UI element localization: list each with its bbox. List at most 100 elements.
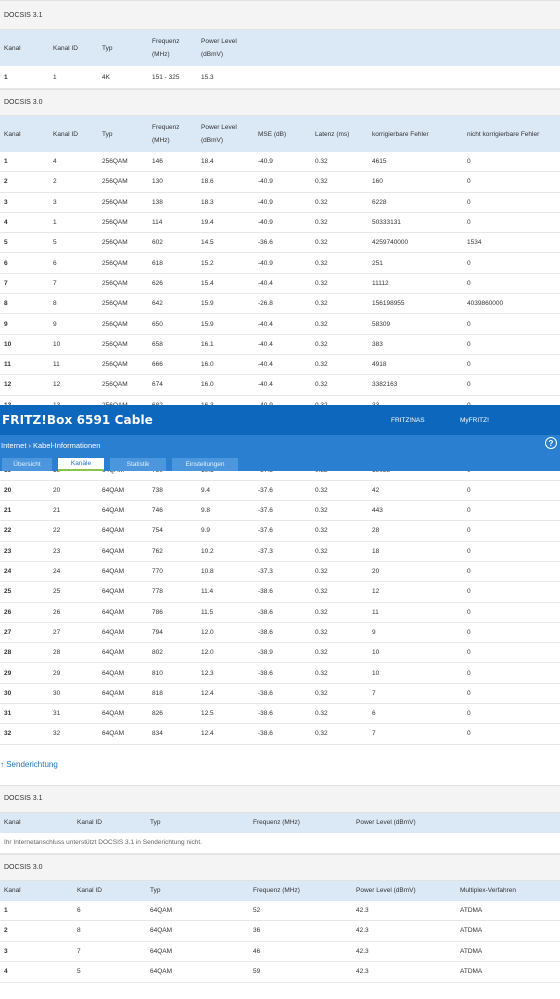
col-multiplex: Multiplex-Verfahren — [460, 887, 516, 895]
table-cell: 24 — [53, 568, 61, 576]
table-row: 2 8 64QAM 36 42.3 ATDMA — [0, 921, 560, 942]
table-cell: 810 — [152, 669, 163, 677]
col-frequenz: Frequenz (MHz) — [148, 30, 197, 66]
tab-uebersicht[interactable]: Übersicht — [2, 458, 52, 471]
col-kanal-id: Kanal ID — [53, 130, 78, 138]
table-cell: 10 — [372, 649, 380, 657]
table-row: 23 23 64QAM 762 10.2 -37.3 0.32 18 0 — [0, 542, 560, 562]
table-cell: 64QAM — [150, 906, 173, 914]
table-cell: 12.4 — [201, 730, 214, 738]
table-cell: -37.6 — [258, 507, 273, 515]
table-cell: 4K — [102, 73, 110, 81]
help-icon[interactable]: ? — [545, 437, 557, 449]
table-cell: 64QAM — [102, 628, 125, 636]
table-cell: 151 - 325 — [152, 73, 180, 81]
table-cell: 160 — [372, 178, 383, 186]
table-cell: 42.3 — [356, 947, 369, 955]
table-cell: 256QAM — [102, 361, 128, 369]
tab-kanaele[interactable]: Kanäle — [58, 458, 104, 471]
upstream-docsis30-body: 1 6 64QAM 52 42.3 ATDMA 2 8 64QAM 36 42.3 ATDMA 3 7 64… — [0, 901, 560, 983]
col-typ: Typ — [102, 130, 113, 138]
table-cell: 1534 — [467, 239, 482, 247]
col-mse: MSE (dB) — [258, 130, 287, 138]
table-row: 9 9 256QAM 650 15.9 -40.4 0.32 58309 0 — [0, 314, 560, 335]
table-cell: 826 — [152, 710, 163, 718]
table-cell: 50333131 — [372, 219, 401, 227]
table-cell: 0.32 — [315, 239, 328, 247]
table-cell: 64QAM — [102, 486, 125, 494]
tab-statistik[interactable]: Statistik — [110, 458, 166, 471]
section-title: DOCSIS 3.1 — [4, 11, 43, 19]
col-typ: Typ — [102, 44, 113, 52]
myfritz-link[interactable]: MyFRITZ! — [460, 405, 489, 435]
table-cell: 0 — [467, 507, 471, 515]
table-cell: 64QAM — [102, 527, 125, 535]
table-cell: 130 — [152, 178, 163, 186]
brand-title[interactable]: FRITZ!Box 6591 Cable — [0, 413, 153, 427]
table-cell: 23 — [53, 547, 61, 555]
table-cell: 0.32 — [315, 219, 328, 227]
table-cell: 1 — [53, 219, 57, 227]
table-cell: 3 — [4, 947, 8, 955]
col-kanal: Kanal — [4, 130, 21, 138]
downstream-docsis30-title: DOCSIS 3.0 — [0, 89, 560, 116]
table-cell: 18.4 — [201, 158, 214, 166]
table-cell: 0.32 — [315, 507, 328, 515]
table-cell: 31 — [4, 710, 12, 718]
downstream-docsis31-body: 1 1 4K 151 - 325 15.3 — [0, 66, 560, 89]
table-cell: 256QAM — [102, 279, 128, 287]
section-title: DOCSIS 3.0 — [4, 99, 43, 106]
table-cell: 42.3 — [356, 927, 369, 935]
table-cell: 64QAM — [102, 568, 125, 576]
table-cell: 27 — [4, 628, 12, 636]
table-cell: 9.9 — [201, 527, 211, 535]
table-cell: ATDMA — [460, 947, 483, 955]
senderichtung-label[interactable]: ↑ Senderichtung — [0, 760, 58, 769]
table-cell: 834 — [152, 730, 163, 738]
col-nicht-korrigierbar: nicht korrigierbare Fehler — [467, 130, 540, 138]
fritznas-link[interactable]: FRITZ!NAS — [391, 405, 425, 435]
table-cell: 0 — [467, 608, 471, 616]
col-power-line1: Power Level — [201, 38, 237, 45]
table-cell: 36 — [253, 927, 261, 935]
table-cell: 674 — [152, 381, 163, 389]
table-cell: 20 — [372, 568, 380, 576]
table-cell: 0 — [467, 340, 471, 348]
table-cell: 7 — [4, 279, 8, 287]
table-cell: 52 — [253, 906, 261, 914]
senderichtung-link[interactable]: ↑ Senderichtung — [0, 745, 560, 785]
table-cell: -40.4 — [258, 381, 273, 389]
table-cell: 0 — [467, 547, 471, 555]
table-cell: 11 — [4, 361, 11, 369]
table-cell: 0 — [467, 710, 471, 718]
table-cell: 0.32 — [315, 547, 328, 555]
table-row: 30 30 64QAM 818 12.4 -38.6 0.32 7 0 — [0, 684, 560, 705]
table-cell: 64QAM — [102, 730, 125, 738]
table-cell: 0.32 — [315, 689, 328, 697]
table-cell: 0 — [467, 361, 471, 369]
breadcrumb-internet[interactable]: Internet — [0, 441, 26, 450]
downstream-docsis30-body-top: 1 4 256QAM 146 18.4 -40.9 0.32 4615 0 2 2 256QAM 130… — [0, 152, 560, 437]
tab-einstellungen[interactable]: Einstellungen — [172, 458, 238, 471]
table-cell: 4259740000 — [372, 239, 409, 247]
table-cell: 256QAM — [102, 259, 128, 267]
table-row: 21 21 64QAM 746 9.8 -37.6 0.32 443 0 — [0, 501, 560, 522]
table-cell: 0 — [467, 730, 471, 738]
table-cell: ATDMA — [460, 927, 483, 935]
col-power-line2: (dBmV) — [201, 137, 224, 144]
table-cell: 6228 — [372, 198, 387, 206]
table-row: 31 31 64QAM 826 12.5 -38.6 0.32 6 0 — [0, 704, 560, 725]
table-cell: 746 — [152, 507, 163, 515]
table-cell: 1 — [53, 73, 57, 81]
table-cell: 0.32 — [315, 710, 328, 718]
table-cell: -40.4 — [258, 279, 273, 287]
table-cell: 4 — [53, 158, 57, 166]
section-title: DOCSIS 3.0 — [4, 863, 43, 871]
table-cell: 20 — [4, 486, 12, 494]
downstream-docsis31-header: Kanal Kanal ID Typ Frequenz (MHz) Power … — [0, 30, 560, 66]
col-kanal-id: Kanal ID — [53, 44, 78, 52]
table-row: 22 22 64QAM 754 9.9 -37.6 0.32 28 0 — [0, 521, 560, 542]
table-cell: 256QAM — [102, 198, 128, 206]
table-cell: 18 — [372, 547, 380, 555]
col-power-line1: Power Level — [201, 124, 237, 131]
